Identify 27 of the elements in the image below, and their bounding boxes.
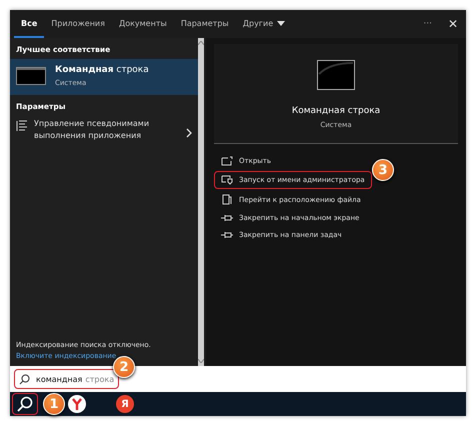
search-icon [19,374,30,384]
search-button[interactable] [12,393,38,415]
pin-icon [221,214,233,222]
app-icon[interactable]: Я [116,395,134,413]
terminal-icon [16,67,46,85]
file-icon [221,194,233,205]
pin-icon [221,231,233,239]
app-title: Командная строка [292,106,380,116]
scroll-up-icon [198,41,204,45]
caret-icon [277,20,286,26]
scrollbar[interactable] [198,38,204,366]
terminal-icon [317,60,355,90]
tab[interactable]: Другие [236,10,292,38]
settings-item[interactable]: Управление псевдонимами выполнения приложения [10,116,198,144]
tab[interactable]: Параметры [174,10,236,38]
window-icon [221,156,233,166]
list-icon [16,120,28,132]
scroll-down-icon [198,359,204,363]
tab[interactable]: Документы [112,10,174,38]
search-field[interactable]: командная строка [14,369,120,389]
tab[interactable]: Приложения [44,10,112,38]
step-badge: 1 [43,393,65,415]
shield-icon [221,175,233,185]
chevron-icon [186,128,192,138]
step-badge: 3 [372,159,394,181]
close-button[interactable]: ✕ [440,10,466,38]
more-button[interactable]: ··· [415,10,440,38]
